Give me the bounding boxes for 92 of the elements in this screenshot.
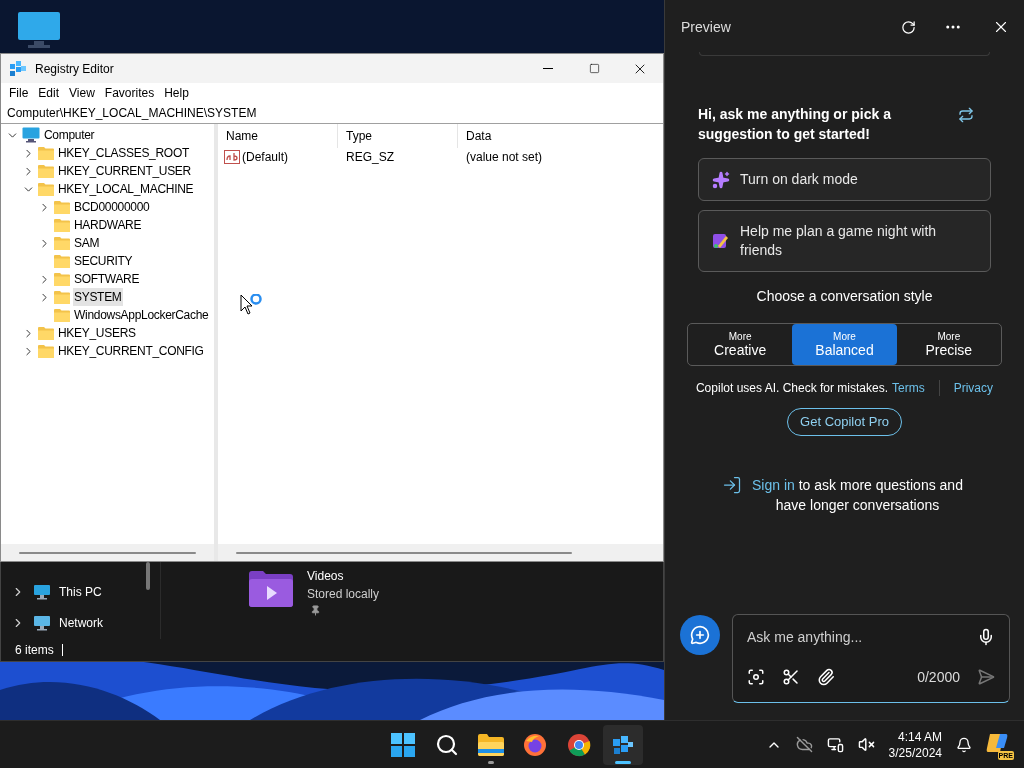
busy-cursor-icon: [240, 294, 264, 318]
search-icon[interactable]: [435, 732, 459, 757]
character-counter: 0/2000: [917, 667, 960, 687]
new-topic-button[interactable]: [680, 615, 720, 655]
folder-icon: [54, 218, 70, 232]
suggestion-button[interactable]: Turn on dark mode: [698, 158, 991, 201]
terms-link[interactable]: Terms: [892, 379, 925, 397]
column-header[interactable]: Name: [218, 124, 338, 148]
folder-icon: [38, 182, 54, 196]
tree-item[interactable]: HKEY_CURRENT_USER: [57, 162, 192, 180]
screenshot-icon[interactable]: [747, 668, 765, 686]
menu-item[interactable]: View: [64, 84, 100, 102]
greeting-text: Hi, ask me anything or pick a suggestion to get started!: [698, 105, 892, 144]
tree-item[interactable]: SECURITY: [73, 252, 134, 270]
folder-icon: [38, 326, 54, 340]
firefox-icon[interactable]: [523, 732, 547, 757]
tree-item[interactable]: Computer: [43, 126, 96, 144]
menu-item[interactable]: File: [4, 84, 34, 102]
folder-icon: [54, 236, 70, 250]
disclaimer-text: Copilot uses AI. Check for mistakes.: [695, 380, 889, 397]
menu-item[interactable]: Favorites: [99, 84, 160, 102]
status-text: 6 items: [15, 642, 54, 659]
clock-date[interactable]: 3/25/2024: [888, 744, 942, 761]
string-value-icon: [224, 150, 240, 164]
minimize-icon: [543, 68, 553, 69]
refresh-suggestions-icon[interactable]: [958, 107, 974, 123]
folder-icon: [38, 146, 54, 160]
folder-icon: [38, 164, 54, 178]
monitor-icon[interactable]: [17, 11, 61, 49]
table-cell-text: (Default): [242, 149, 288, 166]
nav-item[interactable]: Network: [59, 614, 103, 633]
scrollbar-thumb[interactable]: [19, 551, 196, 554]
sign-in-link[interactable]: Sign in: [752, 477, 795, 493]
nav-item[interactable]: This PC: [59, 582, 102, 601]
tree-item[interactable]: HARDWARE: [73, 216, 143, 234]
tree-item[interactable]: HKEY_CURRENT_CONFIG: [57, 342, 205, 360]
snip-icon[interactable]: [782, 668, 800, 686]
item-name[interactable]: Videos: [307, 567, 380, 585]
sparkle-icon: [712, 170, 730, 189]
clock-time[interactable]: 4:14 AM: [897, 728, 942, 745]
menu-item[interactable]: Help: [159, 84, 194, 102]
computer-icon: [22, 127, 40, 143]
table-cell-text: REG_SZ: [345, 149, 395, 166]
tree-item[interactable]: BCD00000000: [73, 198, 151, 216]
cubes-icon: [9, 59, 27, 78]
folder-icon: [54, 308, 70, 322]
tree-item[interactable]: HKEY_USERS: [57, 324, 137, 342]
pane-title: Preview: [681, 17, 731, 37]
privacy-link[interactable]: Privacy: [953, 379, 994, 397]
window-title: Registry Editor: [35, 60, 114, 78]
video-folder-icon: [249, 571, 293, 607]
scrollbar-thumb[interactable]: [146, 562, 150, 590]
folder-icon: [54, 254, 70, 268]
tree-item[interactable]: HKEY_CLASSES_ROOT: [57, 144, 190, 162]
game-icon: [712, 232, 730, 250]
item-status: Stored locally: [307, 586, 380, 603]
table-cell-text: (value not set): [465, 149, 544, 166]
sign-in-prompt: Sign in to ask more questions and have longer conversations: [751, 476, 964, 515]
new-chat-icon: [690, 625, 710, 645]
volume-muted-icon[interactable]: [857, 736, 875, 753]
chrome-icon[interactable]: [567, 732, 591, 757]
cloud-off-icon[interactable]: [795, 736, 813, 753]
tree-item[interactable]: SOFTWARE: [73, 270, 141, 288]
send-icon[interactable]: [977, 668, 995, 686]
folder-icon: [54, 290, 70, 304]
tree-item[interactable]: SAM: [73, 234, 101, 252]
style-tab[interactable]: More Precise: [896, 324, 1001, 365]
folder-icon: [38, 344, 54, 358]
scrollbar-thumb[interactable]: [236, 551, 572, 554]
computer-icon: [33, 583, 51, 600]
maximize-icon: [588, 63, 600, 74]
start-icon[interactable]: [391, 732, 415, 757]
refresh-icon[interactable]: [901, 19, 916, 35]
menu-item[interactable]: Edit: [33, 84, 65, 102]
microphone-icon[interactable]: [977, 628, 995, 646]
style-tab[interactable]: More Balanced: [792, 324, 897, 365]
column-header[interactable]: Type: [338, 124, 458, 148]
notification-icon[interactable]: [956, 736, 972, 753]
address-bar[interactable]: Computer\HKEY_LOCAL_MACHINE\SYSTEM: [1, 103, 663, 124]
tree-item[interactable]: HKEY_LOCAL_MACHINE: [57, 180, 195, 198]
suggestion-button[interactable]: Help me plan a game night with friends: [698, 210, 991, 272]
tree-item[interactable]: WindowsAppLockerCache: [73, 306, 210, 324]
folder-icon: [54, 200, 70, 214]
column-header[interactable]: Data: [458, 124, 663, 148]
folder-icon[interactable]: [478, 733, 504, 756]
style-tab[interactable]: More Creative: [688, 324, 793, 365]
chat-input[interactable]: Ask me anything...: [747, 626, 977, 648]
tree-item[interactable]: SYSTEM: [73, 288, 123, 306]
section-heading: Choose a conversation style: [755, 287, 934, 306]
folder-icon: [54, 272, 70, 286]
sign-in-icon: [721, 475, 742, 495]
attach-icon[interactable]: [817, 668, 835, 686]
